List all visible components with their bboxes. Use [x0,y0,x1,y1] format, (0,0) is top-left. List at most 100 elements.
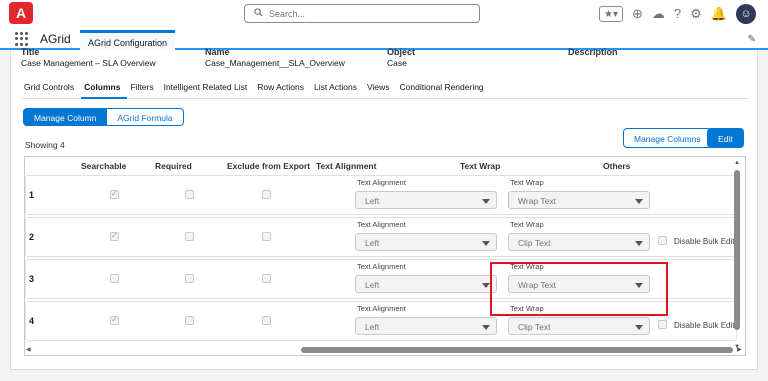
field-value: Case_Management__SLA_Overview [205,58,345,68]
disable-bulk-edit-checkbox[interactable] [658,320,667,329]
search-icon [254,8,263,17]
app-name: AGrid [40,32,71,46]
field-value: Case Management – SLA Overview [21,58,156,68]
vertical-scroll-thumb[interactable] [734,170,740,330]
edit-nav-icon[interactable]: ✎ [748,34,756,45]
tab-filters[interactable]: Filters [127,79,160,99]
selected-value: Clip Text [518,322,551,332]
text-wrap-select[interactable]: Clip Text [508,317,650,335]
highlight-box [490,262,668,316]
disable-bulk-edit-checkbox[interactable] [658,236,667,245]
columns-grid: Searchable Required Exclude from Export … [24,156,746,356]
text-alignment-label: Text Alignment [357,178,406,187]
table-row: 1 Text Alignment Left Text Wrap Wrap Tex… [25,175,737,215]
exclude-checkbox[interactable] [262,190,271,199]
guidance-icon[interactable]: ☁ [652,6,665,22]
searchable-checkbox[interactable] [110,231,119,241]
field-label: Description [568,47,618,57]
global-header: A Search... ★▾ ⊕ ☁ ? ⚙ 🔔 ☺ [0,0,768,28]
text-alignment-select[interactable]: Left [355,233,497,251]
selected-value: Wrap Text [518,196,556,206]
field-title: Title Case Management – SLA Overview [21,47,156,68]
disable-bulk-edit-label: Disable Bulk Edit [674,321,735,330]
text-alignment-select[interactable]: Left [355,317,497,335]
horizontal-scrollbar[interactable]: ◀ ▶ [24,346,746,354]
searchable-checkbox[interactable] [110,315,119,325]
tab-list-actions[interactable]: List Actions [311,79,364,99]
bell-icon[interactable]: 🔔 [711,6,727,22]
agrid-formula-button[interactable]: AGrid Formula [107,108,184,126]
field-value: Case [387,58,407,68]
column-mode-toggle: Manage Column AGrid Formula [23,108,184,126]
selected-value: Clip Text [518,238,551,248]
text-wrap-select[interactable]: Wrap Text [508,191,650,209]
header-searchable: Searchable [81,161,127,171]
exclude-checkbox[interactable] [262,316,271,325]
tab-columns[interactable]: Columns [81,79,128,99]
disable-bulk-edit-label: Disable Bulk Edit [674,237,735,246]
manage-columns-button[interactable]: Manage Columns [623,128,712,148]
chevron-down-icon [635,241,643,246]
text-alignment-select[interactable]: Left [355,275,497,293]
record-card: Title Case Management – SLA Overview Nam… [10,47,758,370]
app-launcher-icon[interactable] [15,32,29,46]
exclude-checkbox[interactable] [262,232,271,241]
text-alignment-select[interactable]: Left [355,191,497,209]
config-tabs: Grid Controls Columns Filters Intelligen… [21,79,749,99]
favorites-icon[interactable]: ★▾ [599,6,624,22]
selected-value: Left [365,196,380,206]
field-label: Object [387,47,416,57]
row-count: Showing 4 [25,140,65,150]
add-icon[interactable]: ⊕ [632,6,643,22]
edit-button[interactable]: Edit [707,128,744,148]
horizontal-scroll-thumb[interactable] [301,347,733,353]
required-checkbox[interactable] [185,274,194,283]
avatar[interactable]: ☺ [736,4,756,24]
header-others: Others [603,161,631,171]
manage-column-button[interactable]: Manage Column [23,108,108,126]
row-number: 1 [29,190,35,200]
vertical-scrollbar[interactable]: ▲ ▼ [733,160,741,352]
required-checkbox[interactable] [185,232,194,241]
chevron-down-icon [635,199,643,204]
app-logo[interactable]: A [9,2,33,24]
row-number: 3 [29,274,35,284]
chevron-down-icon [482,199,490,204]
global-search-input[interactable]: Search... [244,4,480,23]
chevron-down-icon [482,325,490,330]
text-wrap-select[interactable]: Clip Text [508,233,650,251]
tab-intelligent-related-list[interactable]: Intelligent Related List [161,79,255,99]
exclude-checkbox[interactable] [262,274,271,283]
text-alignment-label: Text Alignment [357,262,406,271]
scroll-left-icon[interactable]: ◀ [26,346,31,353]
required-checkbox[interactable] [185,316,194,325]
scroll-right-icon[interactable]: ▶ [737,346,742,353]
selected-value: Left [365,280,380,290]
search-placeholder: Search... [269,9,306,19]
text-wrap-label: Text Wrap [510,178,544,187]
selected-value: Left [365,322,380,332]
header-text-wrap: Text Wrap [460,161,501,171]
text-alignment-label: Text Alignment [357,304,406,313]
chevron-down-icon [635,325,643,330]
searchable-checkbox[interactable] [110,274,119,283]
tab-grid-controls[interactable]: Grid Controls [21,79,81,99]
tab-row-actions[interactable]: Row Actions [254,79,311,99]
selected-value: Left [365,238,380,248]
text-wrap-label: Text Wrap [510,220,544,229]
gear-icon[interactable]: ⚙ [690,6,702,22]
field-label: Title [21,47,40,57]
searchable-checkbox[interactable] [110,189,119,199]
header-text-alignment: Text Alignment [316,161,377,171]
table-row: 2 Text Alignment Left Text Wrap Clip Tex… [25,217,737,257]
scroll-up-icon[interactable]: ▲ [734,160,740,166]
header-icons: ★▾ ⊕ ☁ ? ⚙ 🔔 ☺ [599,4,756,24]
tab-views[interactable]: Views [364,79,397,99]
field-label: Name [205,47,230,57]
header-exclude-from-export: Exclude from Export [227,161,311,171]
tab-conditional-rendering[interactable]: Conditional Rendering [397,79,491,99]
help-icon[interactable]: ? [674,6,681,22]
chevron-down-icon [482,283,490,288]
row-number: 4 [29,316,35,326]
required-checkbox[interactable] [185,190,194,199]
